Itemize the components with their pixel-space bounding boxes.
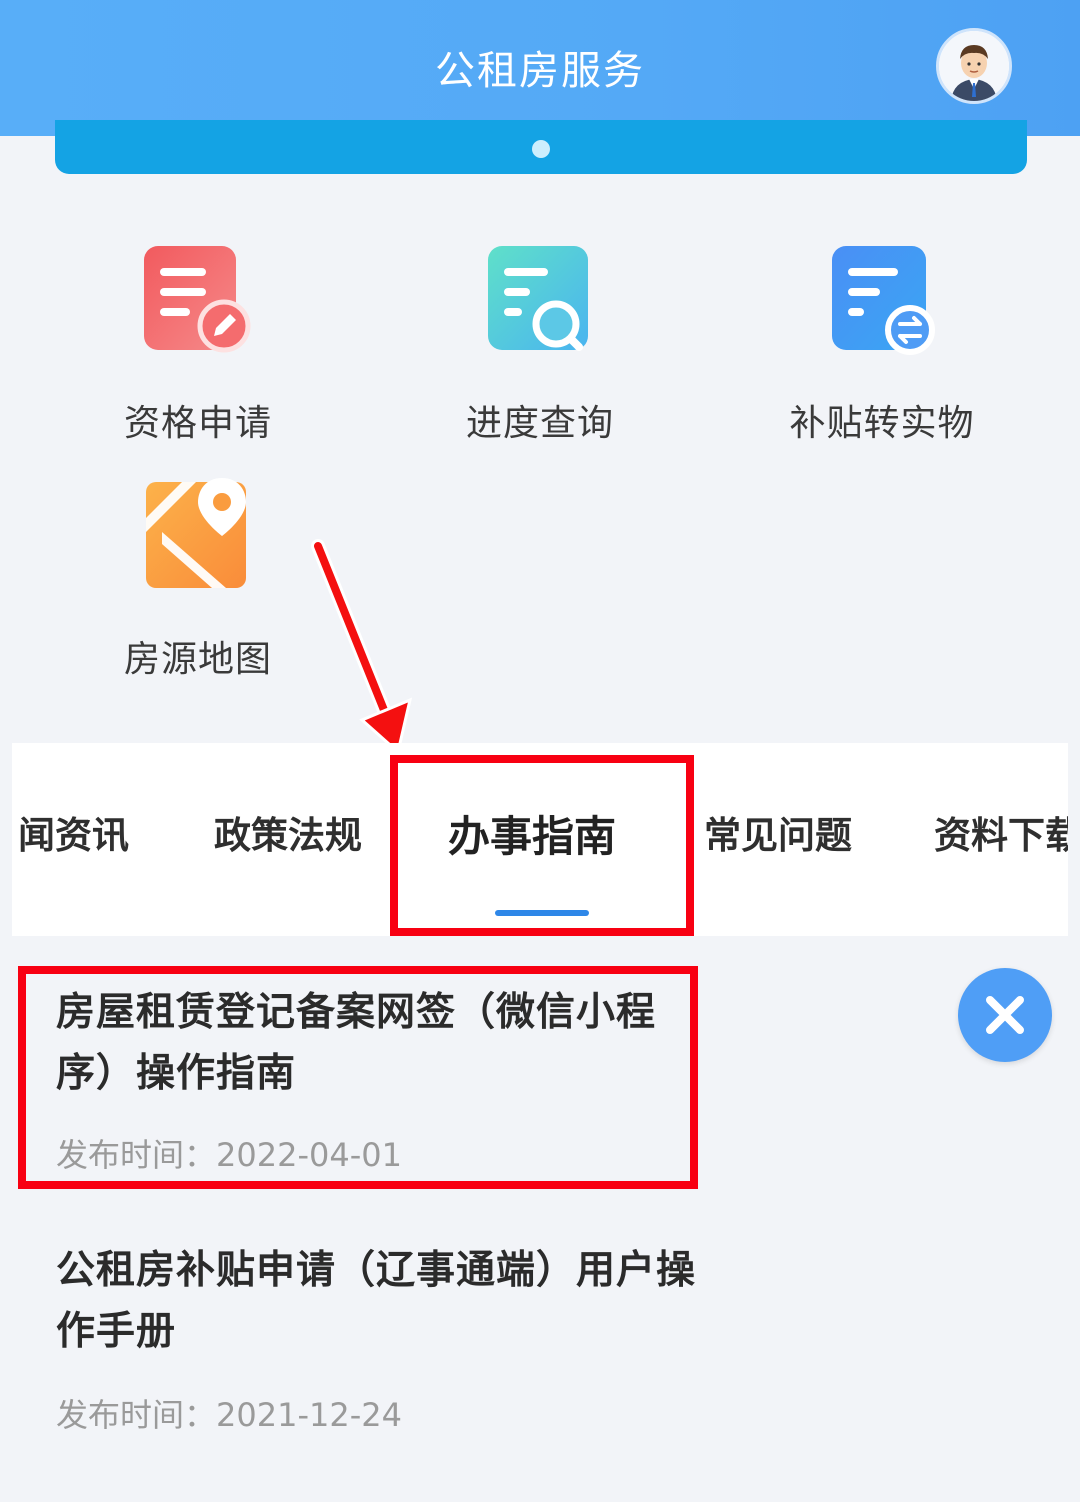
user-avatar-icon[interactable] bbox=[936, 28, 1012, 104]
highlight-box bbox=[18, 966, 698, 1189]
article-date: 发布时间：2021-12-24 bbox=[56, 1396, 402, 1434]
document-search-icon bbox=[488, 246, 588, 352]
tab-news[interactable]: 闻资讯 bbox=[18, 805, 129, 859]
service-label: 补贴转实物 bbox=[789, 403, 975, 444]
form-edit-icon bbox=[144, 246, 251, 353]
article-title: 公租房补贴申请（辽事通端）用户操作手册 bbox=[56, 1248, 697, 1354]
tab-faq[interactable]: 常见问题 bbox=[704, 805, 852, 859]
service-subsidy-to-housing[interactable]: 补贴转实物 bbox=[732, 240, 1032, 450]
document-exchange-icon bbox=[832, 246, 935, 355]
tab-policy[interactable]: 政策法规 bbox=[214, 805, 362, 859]
map-pin-icon bbox=[146, 478, 246, 588]
tab-downloads[interactable]: 资料下载 bbox=[934, 805, 1068, 859]
close-button[interactable] bbox=[958, 968, 1052, 1062]
page-title: 公租房服务 bbox=[435, 48, 645, 94]
service-label: 进度查询 bbox=[465, 403, 614, 444]
carousel-indicator bbox=[532, 140, 550, 158]
service-progress-query[interactable]: 进度查询 bbox=[390, 240, 690, 450]
app-header: 公租房服务 bbox=[0, 0, 1080, 136]
service-label: 资格申请 bbox=[123, 403, 272, 444]
annotation-arrow bbox=[311, 539, 413, 755]
article-item[interactable]: 公租房补贴申请（辽事通端）用户操作手册 发布时间：2021-12-24 bbox=[56, 1240, 716, 1434]
close-icon bbox=[986, 996, 1024, 1034]
highlight-box bbox=[390, 755, 694, 936]
service-qualification-apply[interactable]: 资格申请 bbox=[48, 240, 348, 450]
